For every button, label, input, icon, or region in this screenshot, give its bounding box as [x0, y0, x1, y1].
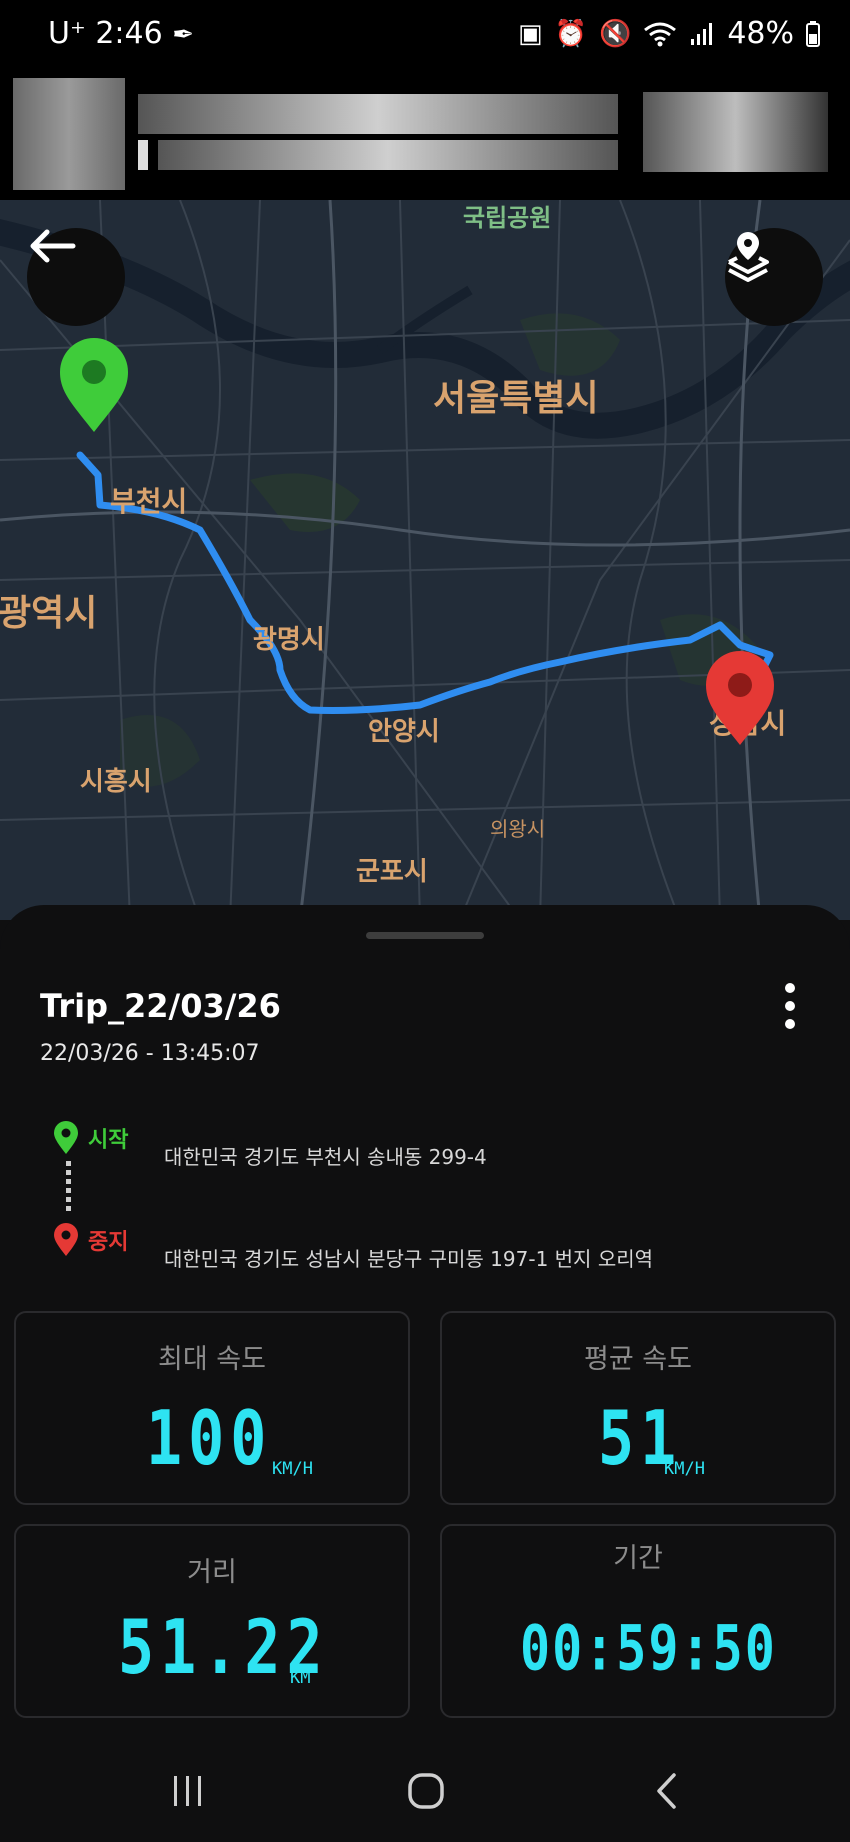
- avg-speed-unit: KM/H: [664, 1459, 705, 1479]
- more-options-icon[interactable]: [782, 983, 798, 1029]
- ad-image: [13, 78, 125, 190]
- stop-marker-icon: [54, 1223, 78, 1256]
- map-label-siheung: 시흥시: [80, 767, 152, 797]
- map-label-gunpo: 군포시: [356, 857, 428, 887]
- home-button[interactable]: [396, 1768, 456, 1814]
- map-layers-button[interactable]: [725, 228, 823, 326]
- max-speed-card: 최대 속도 100 KM/H: [14, 1311, 410, 1505]
- map-label-park: 국립공원: [463, 204, 551, 232]
- clock: 2:46: [95, 16, 163, 51]
- feather-icon: ✒: [172, 20, 195, 50]
- start-address: 대한민국 경기도 부천시 송내동 299-4: [164, 1145, 487, 1169]
- ad-cta-button[interactable]: [643, 92, 828, 172]
- recents-icon: [174, 1776, 201, 1806]
- ad-banner[interactable]: [0, 70, 850, 200]
- status-left: U⁺ 2:46 ✒: [48, 16, 194, 51]
- chevron-left-icon: [657, 1773, 676, 1809]
- distance-card: 거리 51.22 KM: [14, 1524, 410, 1718]
- max-speed-unit: KM/H: [272, 1459, 313, 1479]
- recents-button[interactable]: [158, 1768, 218, 1814]
- map-label-uiwang: 의왕시: [490, 817, 545, 841]
- trip-title: Trip_22/03/26: [40, 987, 281, 1025]
- wifi-icon: [644, 22, 677, 46]
- arrow-left-icon: [30, 229, 76, 263]
- battery-percent: 48%: [727, 16, 794, 51]
- status-bar: U⁺ 2:46 ✒ ▣ ⏰ 🔇 48%: [0, 0, 850, 70]
- route-map[interactable]: 국립공원 서울특별시 부천시 광역시 광명시 안양시 시흥시 성남시 의왕시 군…: [0, 200, 850, 920]
- signal-icon: [691, 22, 713, 45]
- ad-text-line: [158, 140, 618, 170]
- distance-label: 거리: [187, 1557, 237, 1588]
- start-label: 시작: [88, 1128, 129, 1153]
- map-label-seoul: 서울특별시: [433, 378, 599, 419]
- start-marker-icon: [54, 1121, 78, 1154]
- map-label-incheon: 광역시: [0, 593, 97, 634]
- system-nav-bar: [0, 1740, 850, 1842]
- back-nav-button[interactable]: [636, 1768, 696, 1814]
- status-right: ▣ ⏰ 🔇 48%: [518, 16, 820, 51]
- trip-date: 22/03/26 - 13:45:07: [40, 1041, 260, 1066]
- map-label-bucheon: 부천시: [110, 485, 187, 518]
- ad-text-marker: [138, 140, 148, 170]
- map-layers-pin-icon: [728, 232, 769, 282]
- map-label-gwangmyeong: 광명시: [253, 625, 325, 655]
- stop-address: 대한민국 경기도 성남시 분당구 구미동 197-1 번지 오리역: [164, 1247, 654, 1271]
- duration-card: 기간 00:59:50: [440, 1524, 836, 1718]
- distance-unit: KM: [290, 1668, 311, 1688]
- stop-label: 중지: [88, 1230, 129, 1255]
- battery-saver-icon: ▣: [517, 18, 543, 49]
- battery-icon: [806, 20, 820, 47]
- duration-value: 00:59:50: [520, 1612, 777, 1685]
- map-canvas: 국립공원 서울특별시 부천시 광역시 광명시 안양시 시흥시 성남시 의왕시 군…: [0, 200, 850, 920]
- mute-icon: 🔇: [598, 18, 632, 49]
- carrier-label: U⁺: [48, 16, 86, 51]
- ad-text-line: [138, 94, 618, 134]
- stop-location-marker: 중지: [52, 1222, 128, 1258]
- sheet-drag-handle[interactable]: [366, 932, 484, 939]
- alarm-icon: ⏰: [554, 18, 587, 49]
- route-connector: [66, 1161, 72, 1211]
- start-location-marker: 시작: [52, 1120, 128, 1156]
- max-speed-value: 100: [146, 1395, 273, 1483]
- map-label-anyang: 안양시: [368, 717, 440, 747]
- max-speed-label: 최대 속도: [158, 1344, 266, 1375]
- avg-speed-card: 평균 속도 51 KM/H: [440, 1311, 836, 1505]
- home-icon: [408, 1773, 444, 1809]
- avg-speed-label: 평균 속도: [584, 1344, 692, 1375]
- back-button[interactable]: [27, 228, 125, 326]
- duration-label: 기간: [613, 1543, 663, 1574]
